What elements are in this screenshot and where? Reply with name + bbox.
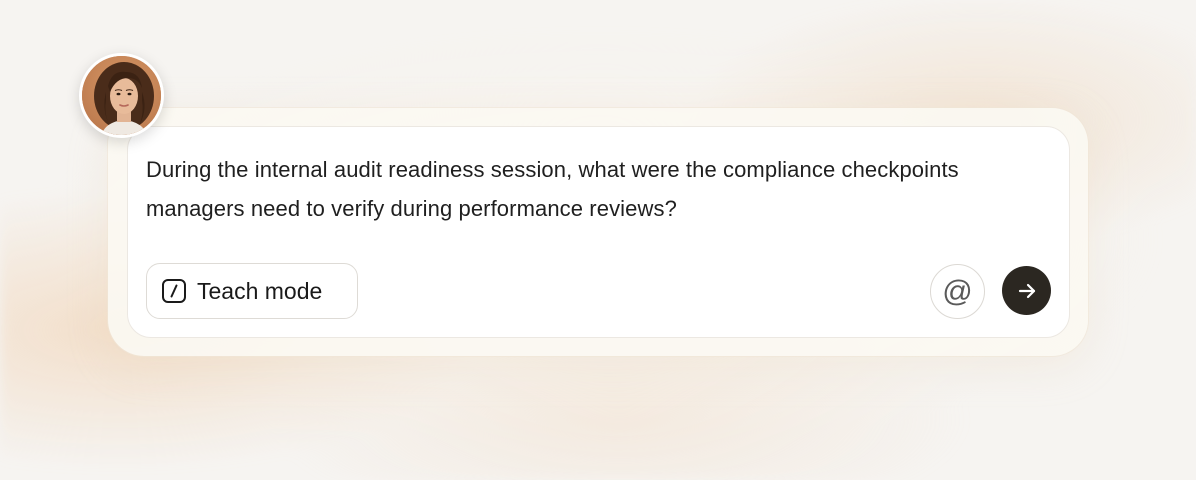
teach-mode-button[interactable]: Teach mode [146, 263, 358, 319]
teach-mode-label: Teach mode [197, 277, 323, 304]
at-sign-icon: @ [942, 274, 973, 308]
send-button[interactable] [1002, 266, 1051, 315]
arrow-right-icon [1015, 279, 1039, 303]
user-avatar [79, 53, 164, 138]
prompt-text[interactable]: During the internal audit readiness sess… [146, 150, 1006, 228]
mention-button[interactable]: @ [930, 264, 985, 319]
slash-square-icon [161, 278, 187, 304]
